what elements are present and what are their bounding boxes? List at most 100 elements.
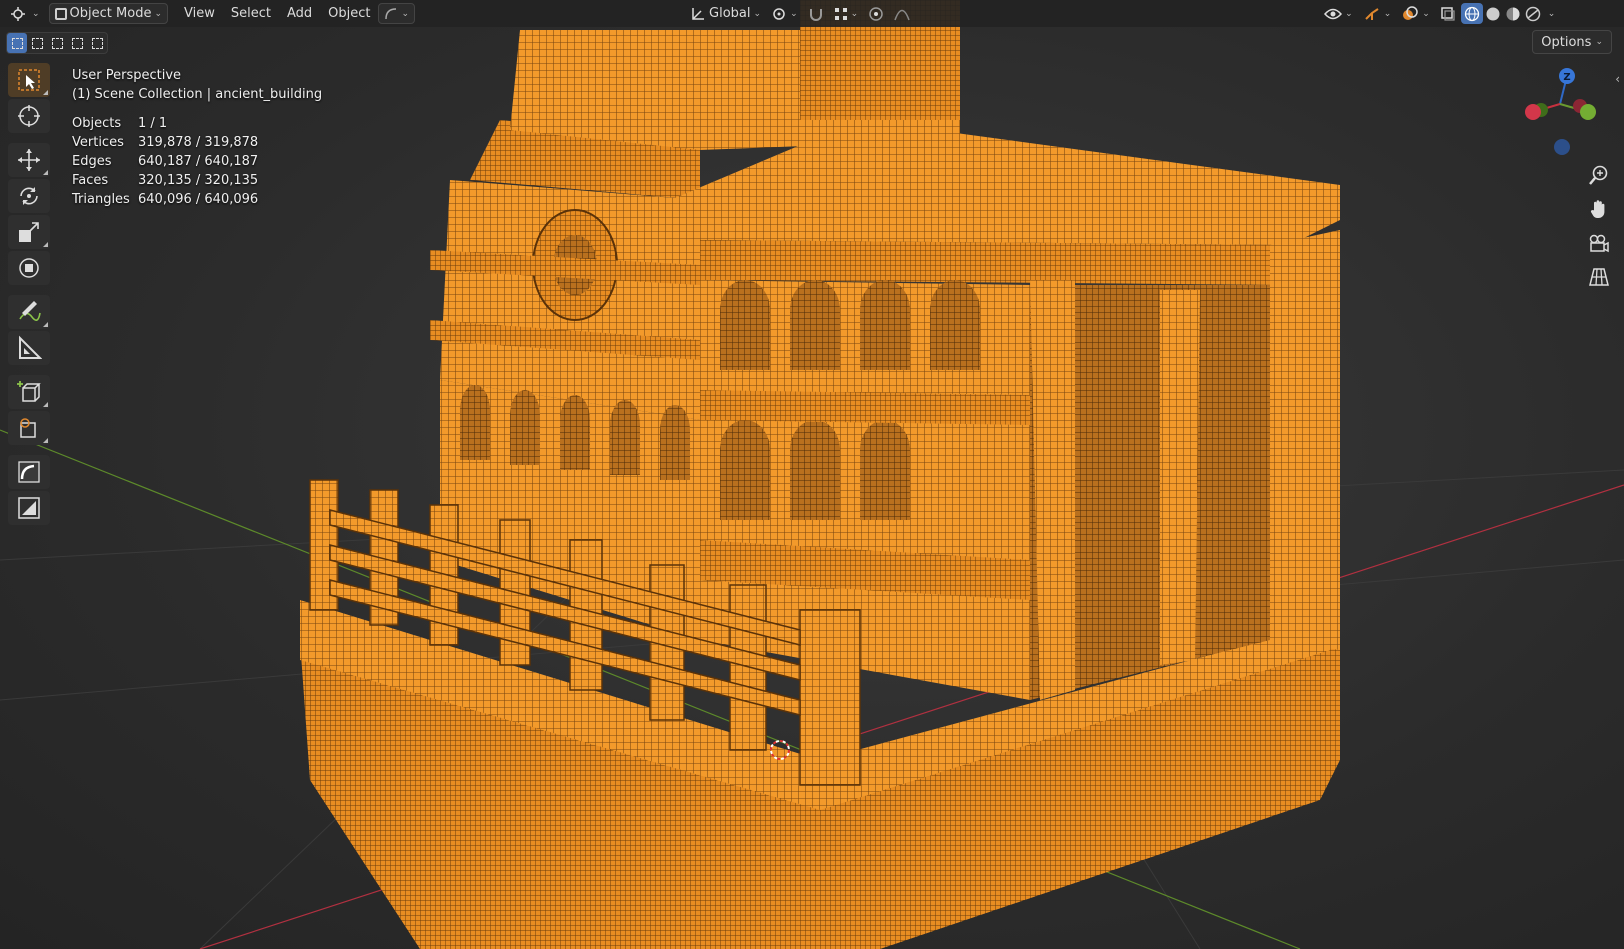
wireframe-shading-icon (1464, 6, 1479, 21)
editor-type-button[interactable]: ⌄ (6, 3, 45, 24)
stats-value: 1 / 1 (138, 116, 168, 131)
add-cube-tool[interactable] (8, 375, 50, 409)
add-cube-icon (17, 381, 41, 402)
shading-options-dropdown[interactable]: ⌄ (1543, 3, 1561, 24)
gizmo-y-handle[interactable] (1580, 104, 1596, 120)
object-mode-label: Object Mode (69, 6, 152, 21)
transform-orientation-label: Global (709, 6, 751, 21)
stats-value: 319,878 / 319,878 (138, 135, 259, 150)
magnet-icon (809, 8, 822, 21)
transform-tool[interactable] (8, 251, 50, 285)
select-extend-button[interactable] (27, 33, 47, 53)
rendered-shading-icon (1525, 6, 1541, 21)
proportional-edit-icon (869, 6, 883, 21)
stats-label: Vertices (72, 135, 124, 150)
curve-icon (385, 7, 397, 19)
select-invert-icon (71, 37, 83, 49)
chevron-down-icon: ⌄ (790, 8, 798, 19)
stats-label: Edges (72, 154, 112, 169)
chevron-down-icon: ⌄ (753, 8, 762, 19)
scene-collection-label: (1) Scene Collection | ancient_building (72, 87, 323, 102)
visibility-dropdown[interactable]: ⌄ (1319, 3, 1358, 24)
select-box-tool[interactable] (8, 63, 50, 97)
zoom-button[interactable] (1582, 158, 1616, 192)
pan-button[interactable] (1582, 192, 1616, 226)
view-perspective-label: User Perspective (72, 68, 182, 83)
shading-material-button[interactable] (1503, 3, 1523, 24)
select-intersect-button[interactable] (87, 33, 107, 53)
ortho-toggle-button[interactable] (1582, 260, 1616, 294)
move-icon (18, 149, 40, 171)
options-dropdown[interactable]: Options ⌄ (1532, 30, 1612, 54)
menu-add[interactable]: Add (279, 6, 320, 21)
add-object-tool[interactable] (8, 411, 50, 445)
curve-icon (18, 461, 40, 483)
pivot-dropdown[interactable]: ⌄ (766, 3, 803, 24)
stats-value: 320,135 / 320,135 (138, 173, 259, 188)
options-label: Options (1541, 34, 1592, 50)
hand-pan-icon (1590, 200, 1605, 218)
scale-tool[interactable] (8, 215, 50, 249)
navigation-buttons (1582, 158, 1618, 294)
xray-toggle[interactable] (1435, 3, 1461, 24)
stats-row: Objects 1 / 1 (72, 114, 258, 133)
tool-menu-corner-icon (43, 438, 48, 443)
gizmo-neg-z-handle[interactable] (1554, 139, 1570, 155)
move-tool[interactable] (8, 143, 50, 177)
building-mesh[interactable] (300, 0, 1340, 949)
image-tool[interactable] (8, 491, 50, 525)
select-invert-button[interactable] (67, 33, 87, 53)
shading-rendered-button[interactable] (1523, 3, 1543, 24)
cursor-tool[interactable] (8, 99, 50, 133)
select-box-icon (18, 69, 40, 91)
select-subtract-button[interactable] (47, 33, 67, 53)
chevron-down-icon: ⌄ (32, 8, 40, 19)
gizmo-x-handle[interactable] (1525, 104, 1541, 120)
gizmo-toggle[interactable]: ⌄ (1358, 3, 1397, 24)
chevron-down-icon: ⌄ (401, 8, 410, 19)
gizmo-z-label: Z (1563, 72, 1570, 83)
selection-mode-group (6, 32, 108, 54)
viewport-stats-overlay: User Perspective (1) Scene Collection | … (72, 66, 322, 209)
chevron-down-icon: ⌄ (1422, 8, 1430, 19)
xray-icon (1441, 6, 1455, 21)
eye-icon (1324, 8, 1343, 19)
annotate-tool[interactable] (8, 295, 50, 329)
viewport-header: ⌄ Object Mode ⌄ View Select Add Object ⌄… (0, 0, 1624, 27)
select-new-button[interactable] (7, 33, 27, 53)
menu-view[interactable]: View (176, 6, 223, 21)
menu-select[interactable]: Select (223, 6, 279, 21)
navigation-gizmo[interactable]: Z (1520, 62, 1600, 162)
stats-row: Vertices 319,878 / 319,878 (72, 133, 258, 152)
menu-object[interactable]: Object (320, 6, 378, 21)
shading-solid-button[interactable] (1483, 3, 1503, 24)
proportional-edit-toggle[interactable] (863, 3, 889, 24)
camera-icon (1589, 234, 1609, 253)
measure-tool[interactable] (8, 331, 50, 365)
orientation-icon (692, 7, 705, 20)
transform-orientation-dropdown[interactable]: Global ⌄ (685, 3, 766, 24)
transform-icon (19, 258, 39, 278)
material-shading-icon (1506, 7, 1520, 20)
falloff-dropdown[interactable] (889, 3, 915, 24)
rotate-icon (20, 187, 38, 205)
curve-tool[interactable] (8, 455, 50, 489)
grid-ortho-icon (1589, 268, 1609, 286)
snap-toggle[interactable] (803, 3, 829, 24)
sidebar-collapse-icon[interactable]: ‹ (1615, 72, 1620, 86)
zoom-icon (1589, 165, 1608, 185)
chevron-down-icon: ⌄ (1595, 37, 1603, 47)
stats-label: Triangles (72, 192, 130, 207)
overlays-toggle[interactable]: ⌄ (1396, 3, 1435, 24)
chevron-down-icon: ⌄ (850, 8, 859, 19)
object-mode-dropdown[interactable]: Object Mode ⌄ (48, 3, 168, 24)
rotate-tool[interactable] (8, 179, 50, 213)
snap-target-dropdown[interactable]: ⌄ (829, 3, 864, 24)
view-dropdown[interactable]: ⌄ (378, 3, 416, 24)
chevron-down-icon: ⌄ (154, 8, 162, 19)
overlays-icon (1403, 5, 1418, 20)
select-subtract-icon (51, 37, 63, 49)
camera-view-button[interactable] (1582, 226, 1616, 260)
tool-menu-corner-icon (43, 90, 48, 95)
shading-wireframe-button[interactable] (1460, 3, 1483, 24)
